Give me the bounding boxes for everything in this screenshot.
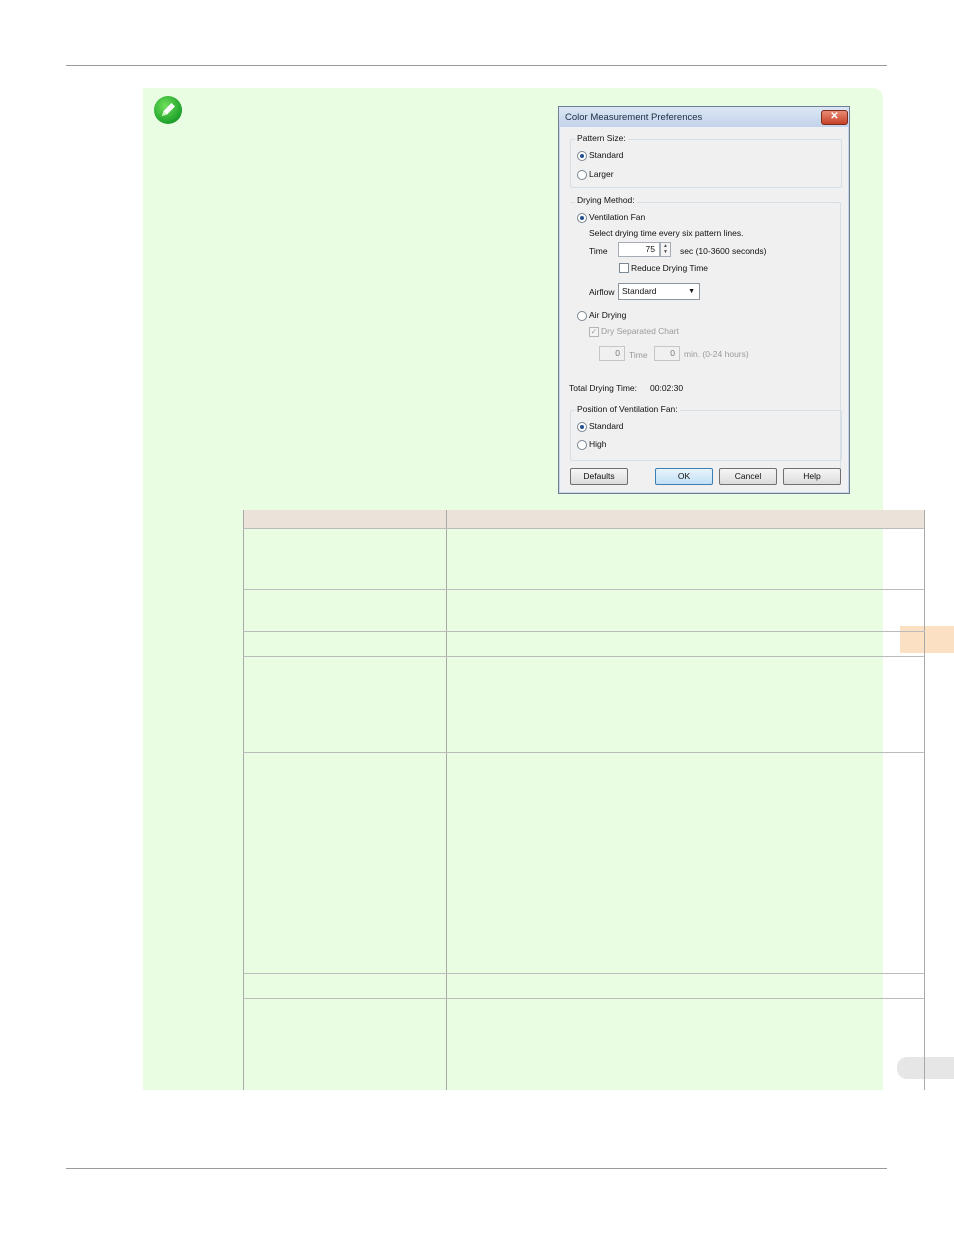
header-rule — [66, 65, 887, 66]
airflow-select[interactable]: Standard ▼ — [618, 283, 700, 300]
table-row-divider — [243, 752, 925, 753]
radio-pattern-standard[interactable] — [577, 151, 587, 161]
ventilation-fan-label[interactable]: Ventilation Fan — [589, 212, 645, 222]
dry-separated-checkbox[interactable]: ✓ — [589, 327, 599, 337]
radio-air-drying[interactable] — [577, 311, 587, 321]
dry-separated-label[interactable]: Dry Separated Chart — [601, 326, 679, 336]
pattern-larger-label[interactable]: Larger — [589, 169, 614, 179]
fan-standard-label[interactable]: Standard — [589, 421, 624, 431]
table-right-border — [924, 510, 925, 1090]
reduce-drying-label[interactable]: Reduce Drying Time — [631, 263, 708, 273]
defaults-button[interactable]: Defaults — [570, 468, 628, 485]
fan-position-group — [570, 410, 842, 461]
cancel-button[interactable]: Cancel — [719, 468, 777, 485]
pattern-size-group — [570, 139, 842, 188]
total-drying-label: Total Drying Time: — [569, 383, 638, 393]
page-number-tab — [897, 1057, 954, 1079]
total-drying-value: 00:02:30 — [650, 383, 684, 393]
fan-high-label[interactable]: High — [589, 439, 606, 449]
pattern-size-label: Pattern Size: — [575, 133, 628, 143]
table-header — [243, 510, 925, 528]
chevron-down-icon: ▼ — [688, 288, 695, 295]
radio-fan-standard[interactable] — [577, 422, 587, 432]
pencil-note-icon — [154, 96, 182, 124]
table-row-divider — [243, 631, 925, 632]
table-row-divider — [243, 589, 925, 590]
ok-button[interactable]: OK — [655, 468, 713, 485]
airflow-label: Airflow — [589, 287, 615, 297]
color-measurement-dialog: Color Measurement Preferences ✕ Pattern … — [558, 106, 850, 494]
dialog-title-bar: Color Measurement Preferences ✕ — [559, 107, 849, 127]
fan-position-label: Position of Ventilation Fan: — [575, 404, 680, 414]
radio-pattern-larger[interactable] — [577, 170, 587, 180]
time-label: Time — [589, 246, 608, 256]
time-unit-label: sec (10-3600 seconds) — [680, 246, 767, 256]
dialog-title: Color Measurement Preferences — [565, 112, 703, 123]
drying-method-label: Drying Method: — [575, 195, 637, 205]
drying-hint: Select drying time every six pattern lin… — [589, 228, 744, 238]
help-button[interactable]: Help — [783, 468, 841, 485]
radio-ventilation-fan[interactable] — [577, 213, 587, 223]
time-input[interactable]: 75 — [618, 242, 660, 257]
air-drying-label[interactable]: Air Drying — [589, 310, 626, 320]
air-time-label: Time — [629, 350, 648, 360]
table-left-border — [243, 510, 244, 1090]
table-row-divider — [243, 528, 925, 529]
table-row-divider — [243, 973, 925, 974]
air-time-unit-label: min. (0-24 hours) — [684, 349, 749, 359]
table-row-divider — [243, 998, 925, 999]
reduce-drying-checkbox[interactable] — [619, 263, 629, 273]
time-stepper[interactable]: ▲ ▼ — [660, 242, 671, 257]
radio-fan-high[interactable] — [577, 440, 587, 450]
air-time-minutes-input[interactable]: 0 — [654, 346, 680, 361]
footer-rule — [66, 1168, 887, 1169]
dialog-body: Pattern Size: Standard Larger Drying Met… — [562, 128, 846, 491]
airflow-value: Standard — [622, 286, 657, 296]
table-row-divider — [243, 656, 925, 657]
pattern-standard-label[interactable]: Standard — [589, 150, 624, 160]
close-icon[interactable]: ✕ — [821, 110, 848, 125]
air-time-hours-input[interactable]: 0 — [599, 346, 625, 361]
table-column-divider — [446, 510, 447, 1090]
